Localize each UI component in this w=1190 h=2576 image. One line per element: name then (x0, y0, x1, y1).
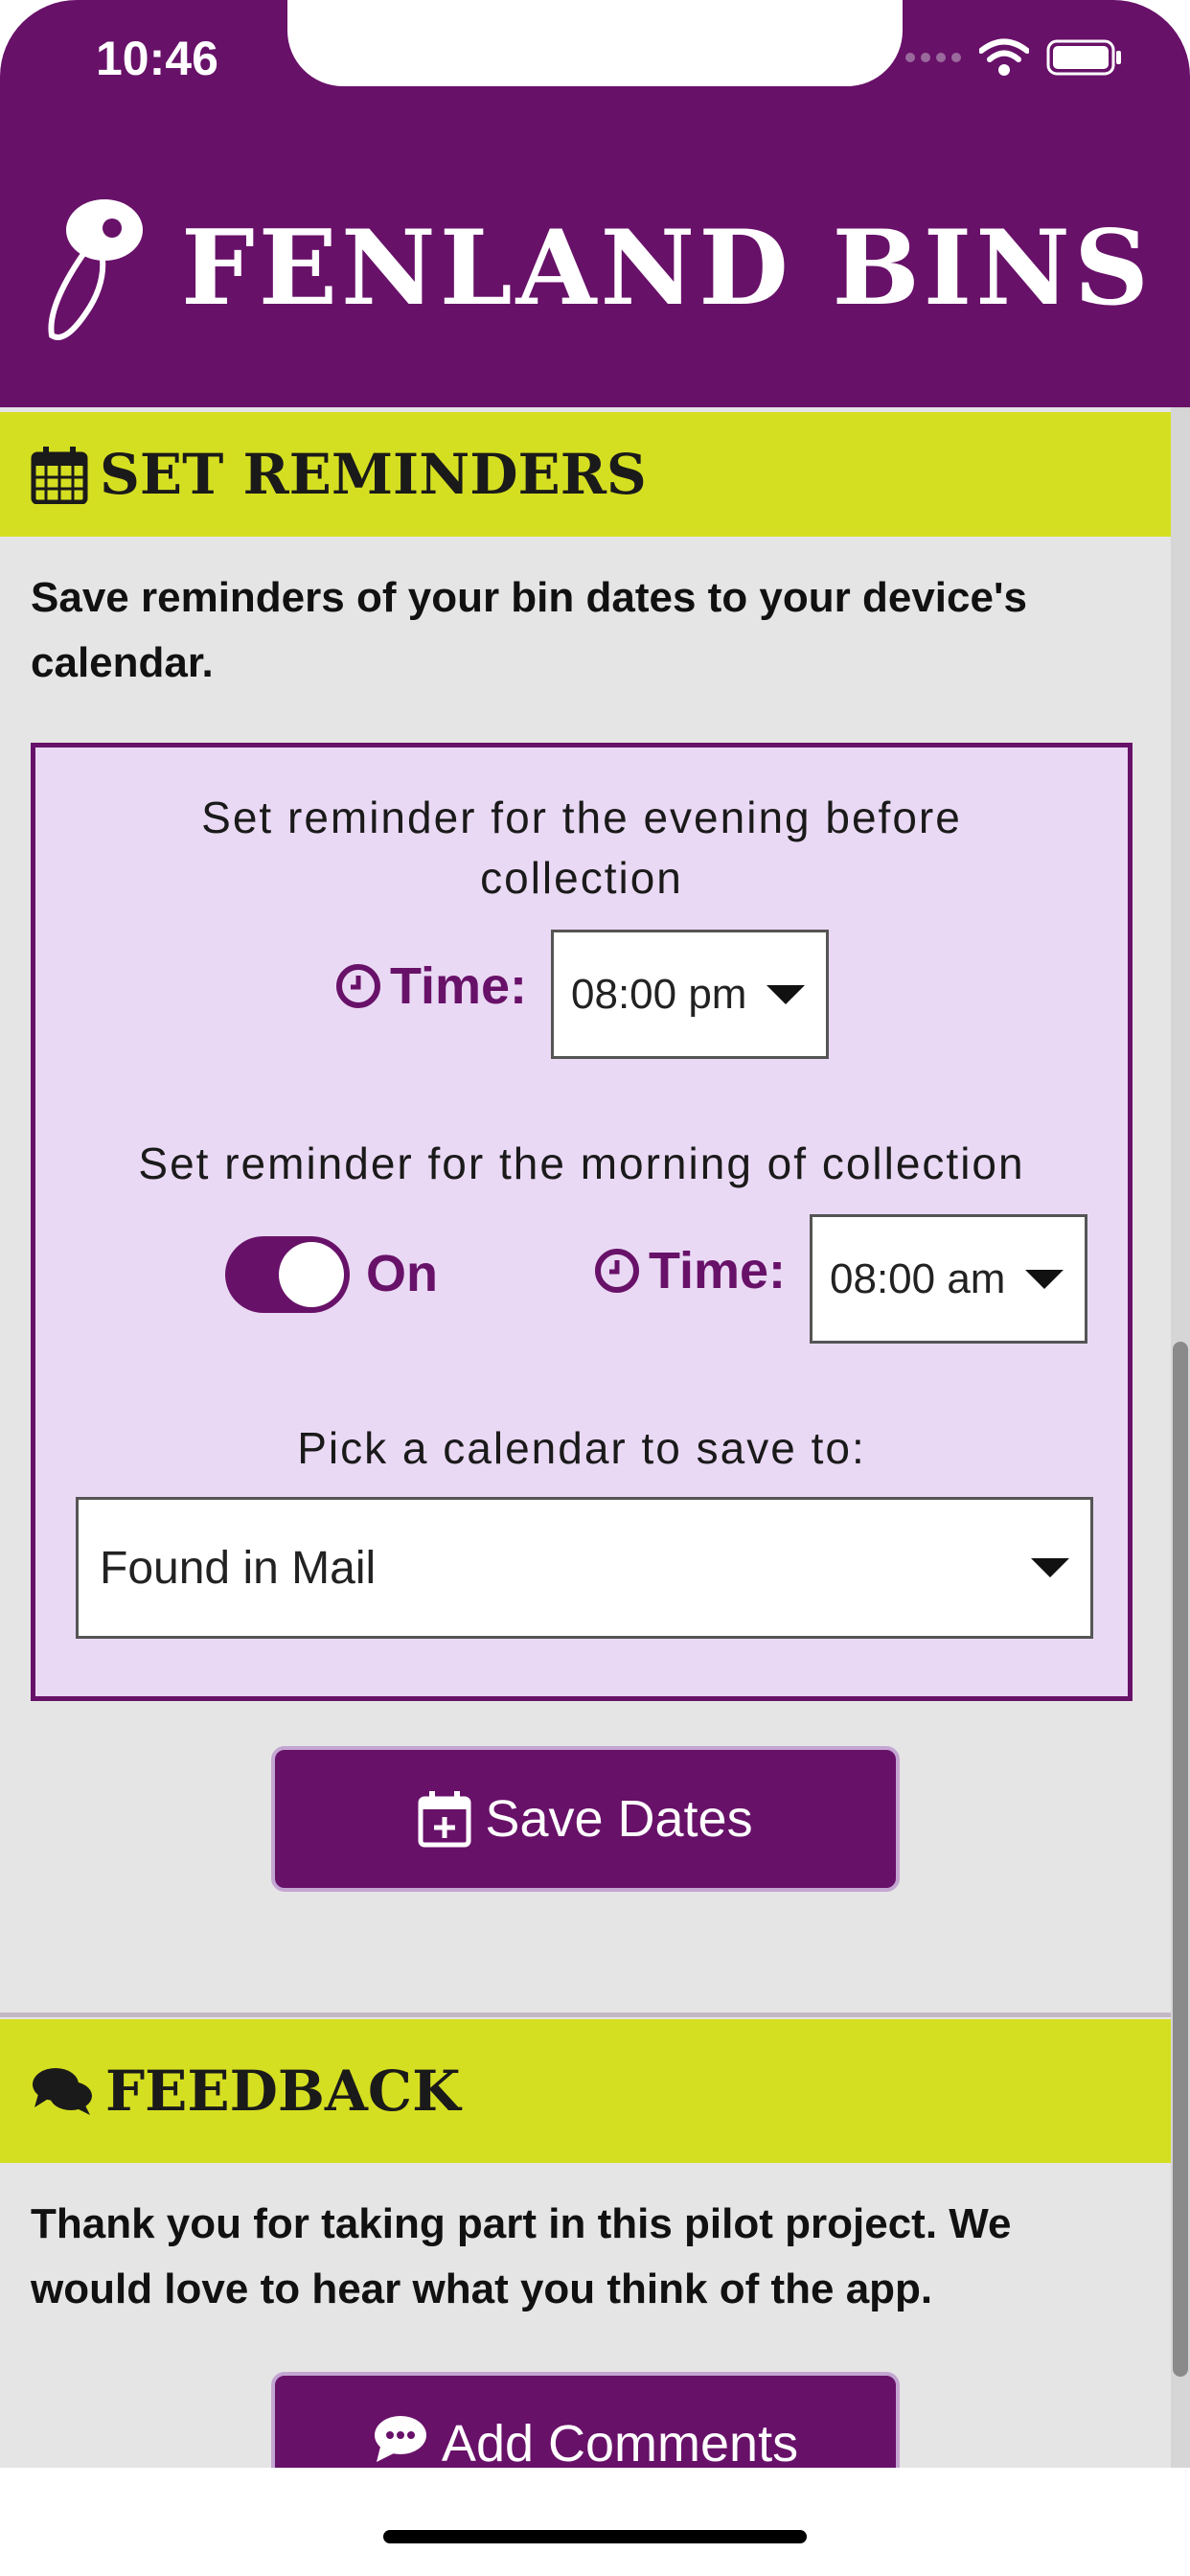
main-content: SET REMINDERS Save reminders of your bin… (0, 407, 1171, 2468)
evening-time-select[interactable]: 08:00 pm (551, 930, 829, 1059)
logo-row: FENLAND BINS (0, 192, 1190, 345)
reminders-title: SET REMINDERS (100, 442, 647, 507)
clock-icon (336, 964, 380, 1008)
wifi-icon (979, 38, 1029, 76)
signal-icon (905, 53, 961, 62)
comments-icon (33, 2068, 92, 2115)
chevron-down-icon (1031, 1558, 1069, 1577)
feedback-description: Thank you for taking part in this pilot … (31, 2200, 1012, 2312)
morning-time-select[interactable]: 08:00 am (810, 1214, 1087, 1344)
app-header: 10:46 FENLAND BINS (0, 0, 1190, 407)
reminders-header: SET REMINDERS (0, 412, 1171, 537)
calendar-plus-icon (418, 1791, 471, 1848)
evening-time-label: Time: (334, 956, 527, 1016)
toggle-knob (279, 1242, 344, 1307)
status-time: 10:46 (96, 32, 218, 85)
save-dates-label: Save Dates (485, 1790, 753, 1848)
device-notch (287, 0, 903, 86)
morning-time-label: Time: (593, 1241, 786, 1300)
morning-time-label-text: Time: (649, 1242, 787, 1300)
status-icons (904, 38, 1123, 77)
evening-time-label-text: Time: (390, 957, 528, 1015)
chevron-down-icon (767, 984, 805, 1004)
calendar-prompt: Pick a calendar to save to: (297, 1423, 866, 1473)
add-comments-label: Add Comments (441, 2415, 799, 2468)
feedback-header: FEEDBACK (0, 2019, 1171, 2163)
morning-reminder-toggle[interactable] (225, 1236, 350, 1313)
home-indicator[interactable] (383, 2530, 807, 2543)
comment-icon (374, 2416, 426, 2462)
evening-time-value: 08:00 pm (571, 970, 747, 1018)
calendar-select[interactable]: Found in Mail (76, 1497, 1093, 1639)
calendar-icon (31, 447, 88, 504)
reminders-description: Save reminders of your bin dates to your… (31, 574, 1027, 686)
feedback-title: FEEDBACK (105, 2058, 461, 2124)
reminder-settings-panel: Set reminder for the evening before coll… (31, 743, 1133, 1701)
morning-toggle-label: On (366, 1245, 438, 1302)
bin-logo-icon (48, 199, 144, 340)
morning-reminder-text: Set reminder for the morning of collecti… (138, 1138, 1025, 1188)
morning-time-value: 08:00 am (830, 1254, 1006, 1302)
scrollbar-thumb[interactable] (1173, 1342, 1188, 2377)
calendar-select-value: Found in Mail (100, 1542, 377, 1594)
clock-icon (595, 1249, 639, 1293)
battery-icon (1046, 39, 1121, 76)
add-comments-button[interactable]: Add Comments (271, 2372, 900, 2468)
brand-title: FENLAND BINS (181, 208, 1153, 329)
chevron-down-icon (1025, 1269, 1064, 1289)
evening-reminder-text: Set reminder for the evening before coll… (201, 793, 962, 903)
save-dates-button[interactable]: Save Dates (271, 1746, 900, 1892)
section-divider (0, 2012, 1171, 2017)
